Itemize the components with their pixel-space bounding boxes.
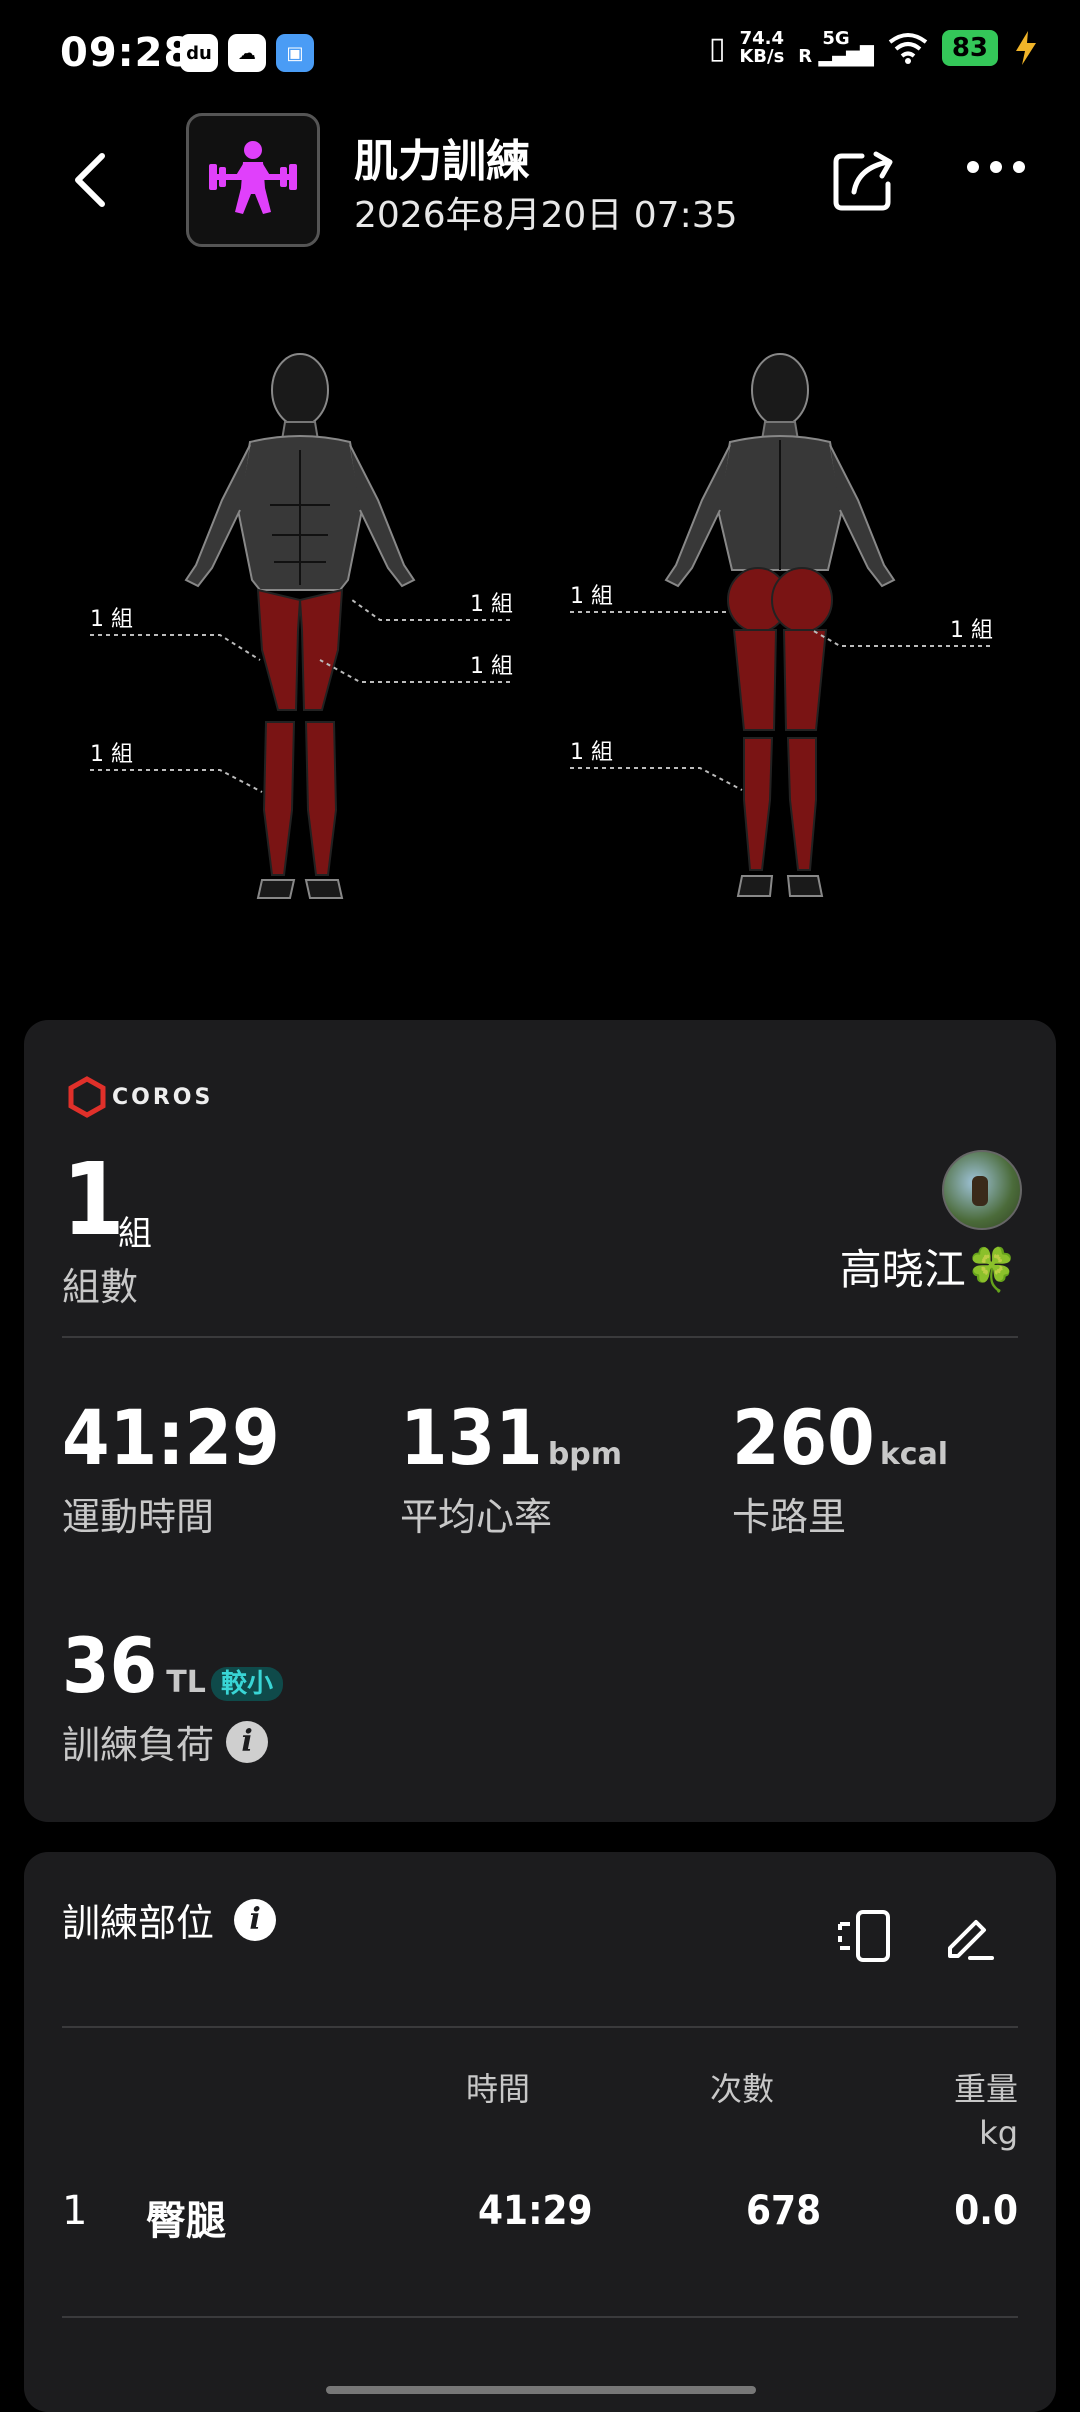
column-header-weight-unit: kg: [979, 2114, 1018, 2152]
battery-indicator: 83: [941, 30, 998, 66]
stat-calories-value: 260: [732, 1393, 875, 1482]
stat-heartrate-label: 平均心率: [400, 1495, 553, 1539]
status-right: ▯ 74.4 KB/s 5G R ▂▄▆█ 83: [709, 30, 1040, 66]
signal-icon: 5G R ▂▄▆█: [798, 28, 874, 67]
table-row[interactable]: 1 臀腿 41:29 678 0.0: [62, 2178, 1018, 2258]
edit-pencil-icon[interactable]: [944, 1910, 996, 1962]
status-time: 09:28: [60, 30, 193, 76]
app-icon: ▣: [276, 34, 314, 72]
front-label-adductor: 1 組: [470, 654, 513, 679]
back-label-glutes: 1 組: [570, 584, 613, 609]
stat-calories-label: 卡路里: [732, 1495, 847, 1539]
muscle-leader-lines: [90, 599, 990, 793]
home-indicator[interactable]: [326, 2386, 756, 2394]
parts-divider-top: [62, 2026, 1018, 2028]
training-parts-card: 訓練部位 i 時間 次數 重量 kg 1 臀腿 41:29 678 0.0: [24, 1852, 1056, 2412]
coros-hexagon-icon: [68, 1076, 106, 1118]
status-bar: 09:28 du ☁ ▣ ▯ 74.4 KB/s 5G R ▂▄▆█ 83: [0, 0, 1080, 110]
training-load-value: 36: [62, 1621, 158, 1710]
stat-calories-unit: kcal: [879, 1437, 949, 1472]
net-speed: 74.4 KB/s: [739, 28, 785, 67]
column-header-time: 時間: [466, 2070, 531, 2108]
back-label-hamstrings: 1 組: [950, 618, 993, 643]
sets-unit: 組: [118, 1214, 152, 1254]
training-parts-info-icon[interactable]: i: [234, 1898, 277, 1941]
front-label-calf: 1 組: [90, 742, 133, 767]
stat-heartrate-value: 131: [400, 1393, 543, 1482]
vibrate-icon: ▯: [708, 30, 726, 66]
back-body-figure: [664, 353, 896, 897]
stat-duration-label: 運動時間: [62, 1495, 215, 1539]
front-label-hip: 1 組: [470, 592, 513, 617]
cloud-app-icon: ☁: [228, 34, 266, 72]
summary-card: COROS 1 組 組數 高晓江🍀 41:29 運動時間 131 bpm 平均心…: [24, 1020, 1056, 1822]
column-header-reps: 次數: [710, 2070, 775, 2108]
back-label-calf: 1 組: [570, 740, 613, 765]
wifi-icon: [888, 33, 928, 64]
training-load-label: 訓練負荷: [62, 1723, 215, 1767]
more-options-icon[interactable]: [966, 160, 1026, 174]
row-weight: 0.0: [954, 2188, 1018, 2234]
column-header-weight: 重量: [953, 2070, 1018, 2108]
row-reps: 678: [746, 2188, 822, 2234]
muscle-map: 1 組 1 組 1 組 1 組 1 組 1 組 1 組: [90, 353, 993, 899]
training-load-info-icon[interactable]: i: [226, 1720, 269, 1763]
front-label-quads: 1 組: [90, 607, 133, 632]
training-parts-title: 訓練部位: [62, 1901, 215, 1945]
notification-icons: du ☁ ▣: [180, 34, 314, 72]
back-arrow-icon[interactable]: [70, 150, 110, 210]
activity-icon-tile: [186, 113, 320, 247]
phone-sync-icon[interactable]: [836, 1910, 894, 1962]
avatar-person-icon: [972, 1176, 988, 1206]
training-parts-header: 訓練部位 i: [62, 1892, 277, 1947]
page-title: 肌力訓練: [354, 136, 530, 187]
row-time: 41:29: [478, 2188, 593, 2234]
avatar[interactable]: [942, 1150, 1022, 1230]
user-name: 高晓江🍀: [839, 1245, 1018, 1294]
stat-training-load: 36 TL 較小 訓練負荷 i: [62, 1628, 283, 1769]
charging-icon: [1016, 31, 1036, 65]
stat-heartrate: 131 bpm 平均心率: [400, 1400, 622, 1541]
front-body-figure: [184, 353, 416, 899]
training-load-unit: TL: [166, 1665, 206, 1700]
sets-label: 組數: [62, 1265, 139, 1309]
stat-duration-value: 41:29: [62, 1393, 280, 1482]
training-load-badge: 較小: [210, 1667, 283, 1701]
activity-datetime: 2026年8月20日 07:35: [354, 195, 738, 236]
weightlifting-icon: [209, 141, 297, 214]
sets-value: 1: [62, 1141, 125, 1258]
row-name: 臀腿: [146, 2198, 226, 2244]
stat-calories: 260 kcal 卡路里: [732, 1400, 948, 1541]
row-index: 1: [62, 2188, 88, 2234]
coros-logo: COROS: [68, 1076, 213, 1118]
stat-duration: 41:29 運動時間: [62, 1400, 280, 1541]
share-icon[interactable]: [832, 150, 898, 212]
du-app-icon: du: [180, 34, 218, 72]
stat-heartrate-unit: bpm: [547, 1437, 623, 1472]
summary-divider: [62, 1336, 1018, 1338]
parts-divider-bottom: [62, 2316, 1018, 2318]
